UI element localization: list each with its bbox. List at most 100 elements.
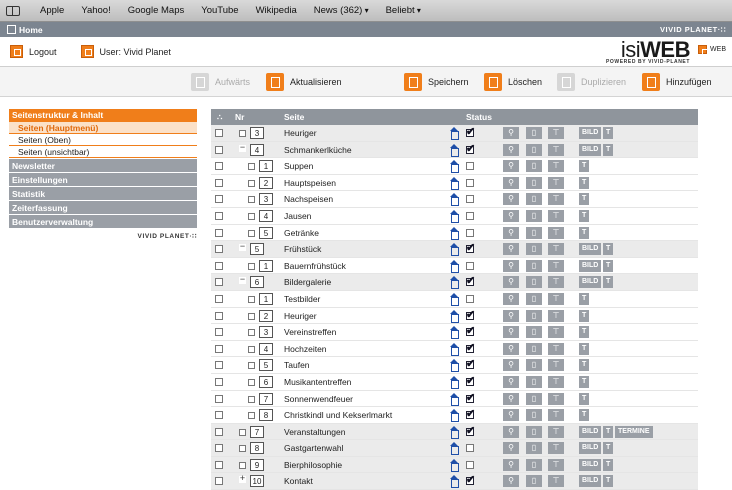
row-select-checkbox[interactable] <box>215 460 223 469</box>
row-select-checkbox[interactable] <box>215 294 223 303</box>
document-icon[interactable]: ▯ <box>526 375 542 388</box>
move-up-icon[interactable] <box>449 193 459 207</box>
row-select-checkbox[interactable] <box>215 311 223 320</box>
page-name[interactable]: Getränke <box>284 228 319 238</box>
home-link[interactable]: Home <box>19 25 43 35</box>
expand-toggle[interactable] <box>248 179 255 187</box>
move-up-icon[interactable] <box>449 392 459 406</box>
page-name[interactable]: Frühstück <box>284 244 321 254</box>
nr-input[interactable]: 3 <box>250 127 264 139</box>
document-icon[interactable]: ▯ <box>526 259 542 272</box>
select-all-icon[interactable]: ∴ <box>217 112 222 123</box>
move-up-icon[interactable] <box>449 342 459 356</box>
nr-input[interactable]: 6 <box>259 375 273 388</box>
refresh-button[interactable]: Aktualisieren <box>266 73 342 91</box>
move-up-icon[interactable] <box>449 409 459 423</box>
page-name[interactable]: Hochzeiten <box>284 344 327 354</box>
status-checkbox[interactable] <box>466 195 474 204</box>
bookmark-item[interactable]: Wikipedia <box>256 5 297 16</box>
delete-button[interactable]: Löschen <box>484 73 542 91</box>
status-checkbox[interactable] <box>466 473 475 486</box>
bild-button[interactable]: BILD <box>579 442 602 455</box>
t-button[interactable]: T <box>603 442 614 455</box>
document-icon[interactable]: ▯ <box>526 209 542 222</box>
text-edit-icon[interactable]: ⊤ <box>548 442 564 455</box>
expand-toggle[interactable] <box>248 196 255 204</box>
status-checkbox[interactable] <box>466 308 475 321</box>
nr-input[interactable]: 1 <box>259 160 273 173</box>
text-edit-icon[interactable]: ⊤ <box>548 226 564 239</box>
row-select-checkbox[interactable] <box>215 427 223 436</box>
bild-button[interactable]: BILD <box>579 243 602 256</box>
page-name[interactable]: Nachspeisen <box>284 194 333 204</box>
document-icon[interactable]: ▯ <box>526 342 542 355</box>
add-button[interactable]: Hinzufügen <box>642 73 712 91</box>
row-select-checkbox[interactable] <box>215 228 223 237</box>
sidebar-section[interactable]: Einstellungen <box>9 172 197 186</box>
move-up-icon[interactable] <box>449 243 459 257</box>
page-name[interactable]: Taufen <box>284 360 310 370</box>
bookmark-item[interactable]: News (362) <box>314 5 369 16</box>
bookmark-item[interactable]: YouTube <box>201 5 238 16</box>
bookmark-item[interactable]: Yahoo! <box>81 5 110 16</box>
sidebar-header[interactable]: Seitenstruktur & Inhalt <box>9 109 197 122</box>
search-icon[interactable]: ⚲ <box>503 176 519 189</box>
t-button[interactable]: T <box>579 193 590 206</box>
expand-toggle[interactable] <box>248 378 255 386</box>
sidebar-section[interactable]: Zeiterfassung <box>9 200 197 214</box>
text-edit-icon[interactable]: ⊤ <box>548 143 564 156</box>
expand-toggle[interactable]: − <box>239 242 246 252</box>
expand-toggle[interactable] <box>248 229 255 237</box>
move-up-icon[interactable] <box>449 176 459 190</box>
expand-toggle[interactable]: + <box>239 474 246 484</box>
termine-button[interactable]: TERMINE <box>615 425 653 438</box>
status-checkbox[interactable] <box>466 241 475 254</box>
search-icon[interactable]: ⚲ <box>503 143 519 156</box>
t-button[interactable]: T <box>579 176 590 189</box>
document-icon[interactable]: ▯ <box>526 276 542 289</box>
row-select-checkbox[interactable] <box>215 261 223 270</box>
page-name[interactable]: Bierphilosophie <box>284 460 342 470</box>
status-checkbox[interactable] <box>466 341 475 354</box>
page-name[interactable]: Heuriger <box>284 311 317 321</box>
user-info[interactable]: User: Vivid Planet <box>80 45 171 58</box>
move-up-icon[interactable] <box>449 375 459 389</box>
document-icon[interactable]: ▯ <box>526 243 542 256</box>
logout-button[interactable]: Logout <box>10 45 57 58</box>
text-edit-icon[interactable]: ⊤ <box>548 259 564 272</box>
up-button[interactable]: Aufwärts <box>191 73 250 91</box>
expand-toggle[interactable] <box>248 163 255 171</box>
t-button[interactable]: T <box>603 475 614 488</box>
t-button[interactable]: T <box>579 342 590 355</box>
t-button[interactable]: T <box>579 359 590 372</box>
t-button[interactable]: T <box>603 458 614 471</box>
bookmark-item[interactable]: Beliebt <box>386 5 421 16</box>
text-edit-icon[interactable]: ⊤ <box>548 127 564 139</box>
document-icon[interactable]: ▯ <box>526 226 542 239</box>
nr-input[interactable]: 10 <box>250 475 264 488</box>
search-icon[interactable]: ⚲ <box>503 425 519 438</box>
move-up-icon[interactable] <box>449 425 459 439</box>
page-name[interactable]: Bauernfrühstück <box>284 261 346 271</box>
document-icon[interactable]: ▯ <box>526 392 542 405</box>
text-edit-icon[interactable]: ⊤ <box>548 292 564 305</box>
expand-toggle[interactable] <box>248 362 255 370</box>
move-up-icon[interactable] <box>449 209 459 223</box>
search-icon[interactable]: ⚲ <box>503 475 519 488</box>
t-button[interactable]: T <box>579 309 590 322</box>
bild-button[interactable]: BILD <box>579 143 602 156</box>
sidebar-subitem[interactable]: Seiten (Oben) <box>9 134 197 146</box>
nr-input[interactable]: 2 <box>259 309 273 322</box>
text-edit-icon[interactable]: ⊤ <box>548 458 564 471</box>
nr-input[interactable]: 3 <box>259 193 273 206</box>
status-checkbox[interactable] <box>466 125 475 138</box>
document-icon[interactable]: ▯ <box>526 160 542 173</box>
t-button[interactable]: T <box>579 375 590 388</box>
status-checkbox[interactable] <box>466 261 474 270</box>
move-up-icon[interactable] <box>449 143 459 157</box>
page-name[interactable]: Sonnenwendfeuer <box>284 394 353 404</box>
search-icon[interactable]: ⚲ <box>503 259 519 272</box>
status-checkbox[interactable] <box>466 211 474 220</box>
expand-toggle[interactable]: − <box>239 275 246 285</box>
text-edit-icon[interactable]: ⊤ <box>548 243 564 256</box>
